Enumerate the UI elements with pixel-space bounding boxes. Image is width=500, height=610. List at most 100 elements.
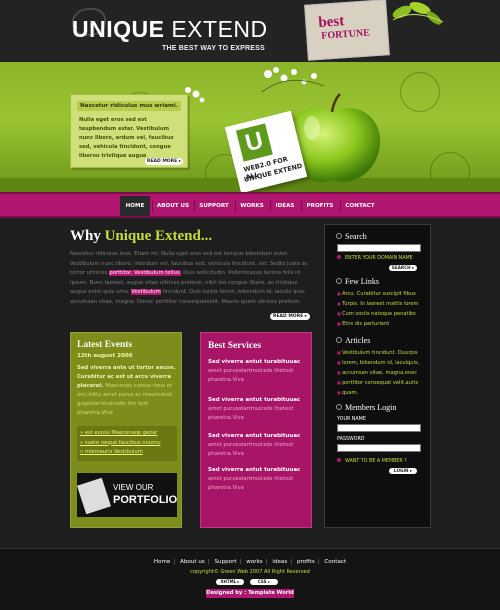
events-link[interactable]: suere neque faucibus nnumu <box>80 439 174 449</box>
title-highlight: Unique Extend... <box>104 228 213 244</box>
links-heading: Few Links <box>336 277 379 286</box>
u-logo-box: U <box>235 123 273 162</box>
nav-support[interactable]: SUPPORT <box>195 196 233 216</box>
search-input[interactable] <box>337 244 421 252</box>
footer-sep: | <box>239 559 242 565</box>
note-text: Nulla eget eros sed est teupbendum ester… <box>79 117 174 159</box>
search-button[interactable]: SEARCH ▸ <box>389 265 417 271</box>
footer-sep: | <box>317 559 320 565</box>
footer-sep: | <box>173 559 176 565</box>
service-item: Sed viverra antut turabituuac amet purus… <box>208 358 308 385</box>
article-link[interactable]: lorem, bibendum id, iaculquis, <box>337 358 429 368</box>
best-fortune-badge: best FORTUNE <box>304 0 390 61</box>
logo-thin: EXTEND <box>171 16 268 42</box>
login-button[interactable]: LOGIN ▸ <box>389 468 417 474</box>
footer-link-works[interactable]: works <box>246 559 262 565</box>
footer-link-home[interactable]: Home <box>154 559 171 565</box>
nav-ideas[interactable]: IDEAS <box>271 196 299 216</box>
service-item: Sed viverra antut turabituuac amet purus… <box>208 466 308 493</box>
footer-link-contact[interactable]: Contact <box>324 559 346 565</box>
user-icon <box>336 404 342 410</box>
nav-profits[interactable]: PROFITS <box>302 196 338 216</box>
events-link[interactable]: est eunisi Maecenaop gezar <box>80 429 174 439</box>
note-read-more-button[interactable]: READ MORE ▸ <box>145 158 183 165</box>
footer-link-ideas[interactable]: ideas <box>272 559 287 565</box>
header: UNIQUE EXTEND THE BEST WAY TO EXPRESS be… <box>0 0 500 62</box>
logo[interactable]: UNIQUE EXTEND <box>72 16 268 43</box>
sidebar-link[interactable]: Cum sociis natoque penatibs <box>337 309 429 319</box>
articles-title: Articles <box>345 336 371 345</box>
password-input[interactable] <box>337 444 421 452</box>
intro-tag-2[interactable]: Vestibulum <box>131 289 161 295</box>
intro-paragraph: Nascetur ridiculus mus. Etiam mi. Nulla … <box>70 250 310 307</box>
portfolio-line2: PORTFOLIO <box>113 494 178 506</box>
service-title[interactable]: Sed viverra antut turabituuac <box>208 432 308 441</box>
service-item: Sed viverra antut turabituuac amet purus… <box>208 432 308 459</box>
portfolio-line1: VIEW OUR <box>113 483 154 492</box>
nav-contact[interactable]: CONTACT <box>341 196 379 216</box>
view-portfolio-button[interactable]: VIEW OUR PORTFOLIO <box>77 473 177 517</box>
events-text: Sed viverra ante ut tortor aecon. Curabi… <box>77 364 177 418</box>
portfolio-paper-icon <box>77 477 111 515</box>
service-item: Sed viverra antut turabituuac amet purus… <box>208 396 308 423</box>
designed-by-badge[interactable]: Designed by : Template World <box>206 589 294 598</box>
xhtml-badge[interactable]: XHTML ▸ <box>216 579 244 585</box>
service-title[interactable]: Sed viverra antut turabituuac <box>208 396 308 405</box>
footer-sep: | <box>207 559 210 565</box>
article-link[interactable]: porttitor consequat velit.auris <box>337 378 429 388</box>
search-hint: ENTER YOUR DOMAIN NAME <box>337 255 413 261</box>
nav-about-us[interactable]: ABOUT US <box>153 196 193 216</box>
latest-events-box: Latest Events 12th august 2006 Sed viver… <box>70 332 182 528</box>
leaves-decoration-icon <box>392 1 444 25</box>
password-label: PASSWORD <box>337 437 365 442</box>
search-title: Search <box>345 232 367 241</box>
css-badge[interactable]: CSS ▸ <box>249 579 278 585</box>
username-input[interactable] <box>337 424 421 432</box>
footer-link-support[interactable]: Support <box>214 559 236 565</box>
member-text: WANT TO BE A MEMBER ? <box>345 459 407 464</box>
sidebar-link[interactable]: Turpis. In laoreet mattis lorem <box>337 299 429 309</box>
service-desc: amet purusstartmuicsds thetext pharetra.… <box>208 368 294 383</box>
events-links: est eunisi Maecenaop gezar suere neque f… <box>77 426 177 461</box>
nav-home[interactable]: HOME <box>120 196 150 216</box>
article-link[interactable]: quam. <box>337 388 429 398</box>
article-link[interactable]: Vestibulum tincidunt. Duurpis <box>337 348 429 358</box>
intro-read-more-button[interactable]: READ MORE ▸ <box>270 313 310 320</box>
username-label: YOUR NAME <box>337 417 366 422</box>
member-signup-link[interactable]: WANT TO BE A MEMBER ? <box>337 458 407 464</box>
sidebar-link[interactable]: Etns dis parturient <box>337 319 429 329</box>
articles-heading: Articles <box>336 336 370 345</box>
search-heading: Search <box>336 232 367 241</box>
service-desc: amet purusstartmuicsds thetext pharetra.… <box>208 406 294 421</box>
article-link[interactable]: accumsan vitae, magna.onec <box>337 368 429 378</box>
events-title: Latest Events <box>77 340 133 350</box>
footer-link-about[interactable]: About us <box>180 559 205 565</box>
search-icon <box>336 233 342 239</box>
search-hint-text: ENTER YOUR DOMAIN NAME <box>345 256 413 261</box>
intro-tag-1[interactable]: porttitor. Vestibulum tellus. <box>109 270 182 276</box>
sidebar: Search ENTER YOUR DOMAIN NAME SEARCH ▸ F… <box>324 224 431 528</box>
service-desc: amet purusstartmuicsds thetext pharetra.… <box>208 442 294 457</box>
page-title: Why Unique Extend... <box>70 228 212 245</box>
main-nav: HOME ABOUT US SUPPORT WORKS IDEAS PROFIT… <box>0 192 500 218</box>
logo-bold: UNIQUE <box>72 16 165 42</box>
nav-works[interactable]: WORKS <box>236 196 268 216</box>
events-link[interactable]: miemauris Vestibulum <box>80 448 174 458</box>
banner-note-card: Nascetur ridiculus mus wriami. Nulla ege… <box>70 94 188 168</box>
bullet-icon <box>337 255 341 259</box>
footer-sep: | <box>265 559 268 565</box>
service-title[interactable]: Sed viverra antut turabituuac <box>208 358 308 367</box>
fortune-line2: FORTUNE <box>320 27 371 42</box>
footer: Home | About us | Support | works | ideas | p… <box>0 548 500 610</box>
sidebar-link[interactable]: Arcu. Curabitur suscipit fibus <box>337 289 429 299</box>
tagline: THE BEST WAY TO EXPRESS <box>162 45 265 52</box>
links-title: Few Links <box>345 277 379 286</box>
bullet-icon <box>337 458 341 462</box>
flower-outline-icon <box>400 72 440 112</box>
login-heading: Members Login <box>336 403 396 412</box>
validation-badges: XHTML ▸ CSS ▸ <box>216 578 282 585</box>
footer-link-profits[interactable]: profits <box>297 559 315 565</box>
footer-sep: | <box>290 559 293 565</box>
events-date: 12th august 2006 <box>77 353 133 359</box>
service-title[interactable]: Sed viverra antut turabituuac <box>208 466 308 475</box>
